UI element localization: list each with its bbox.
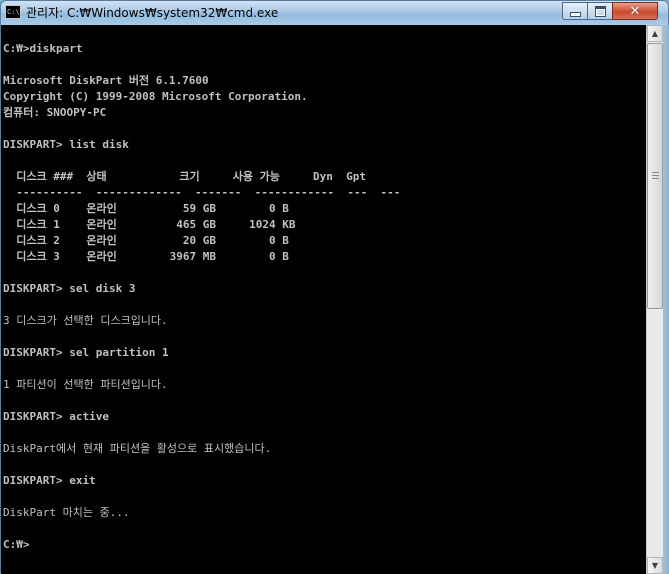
console-output[interactable]: C:₩>diskpart Microsoft DiskPart 버전 6.1.7… [1,25,646,574]
console-line: Microsoft DiskPart 버전 6.1.7600 [3,74,209,87]
console-line: DiskPart에서 현재 파티션을 활성으로 표시했습니다. [3,442,272,455]
cmd-icon[interactable]: C:\ [5,5,21,19]
window-frame [663,25,669,574]
console-line: Copyright (C) 1999-2008 Microsoft Corpor… [3,90,308,103]
table-row: 디스크 1 온라인 465 GB 1024 KB [3,218,296,231]
window-title: 관리자: C:₩Windows₩system32₩cmd.exe [26,6,279,20]
console-line: 컴퓨터: SNOOPY-PC [3,106,107,119]
command-prompt[interactable]: C:₩> [3,537,30,553]
console-line: DISKPART> sel disk 3 [3,282,136,295]
scroll-up-button[interactable]: ▲ [647,25,663,42]
close-button[interactable]: ✕ [612,2,658,20]
console-line: 1 파티션이 선택한 파티션입니다. [3,378,168,391]
scroll-down-arrow-icon: ▼ [651,561,659,570]
maximize-icon [594,5,606,17]
table-header: 디스크 ### 상태 크기 사용 가능 Dyn Gpt [3,170,366,183]
console-line: DISKPART> active [3,410,109,423]
maximize-button[interactable] [587,2,613,20]
minimize-button[interactable] [562,2,588,20]
table-row: 디스크 3 온라인 3967 MB 0 B [3,250,289,263]
console-line: DISKPART> sel partition 1 [3,346,169,359]
console-line: DISKPART> exit [3,474,96,487]
console-line: C:₩>diskpart [3,42,83,55]
cmd-window: C:\ 관리자: C:₩Windows₩system32₩cmd.exe ✕ C… [0,0,669,574]
table-row: 디스크 0 온라인 59 GB 0 B [3,202,289,215]
grip-line [652,178,659,179]
close-icon: ✕ [629,3,641,19]
scroll-up-arrow-icon: ▲ [651,29,659,38]
scroll-down-button[interactable]: ▼ [647,557,663,574]
console-line: 3 디스크가 선택한 디스크입니다. [3,314,168,327]
console-line: DISKPART> list disk [3,138,129,151]
grip-line [652,175,659,176]
title-bar[interactable]: C:\ 관리자: C:₩Windows₩system32₩cmd.exe ✕ [1,1,668,25]
table-separator: ---------- ------------- ------- -------… [3,186,401,199]
scroll-thumb[interactable] [647,43,663,309]
minimize-icon [569,11,581,17]
vertical-scrollbar[interactable]: ▲ ▼ [646,25,663,574]
grip-line [652,172,659,173]
table-row: 디스크 2 온라인 20 GB 0 B [3,234,289,247]
console-line: DiskPart 마치는 중... [3,506,130,519]
